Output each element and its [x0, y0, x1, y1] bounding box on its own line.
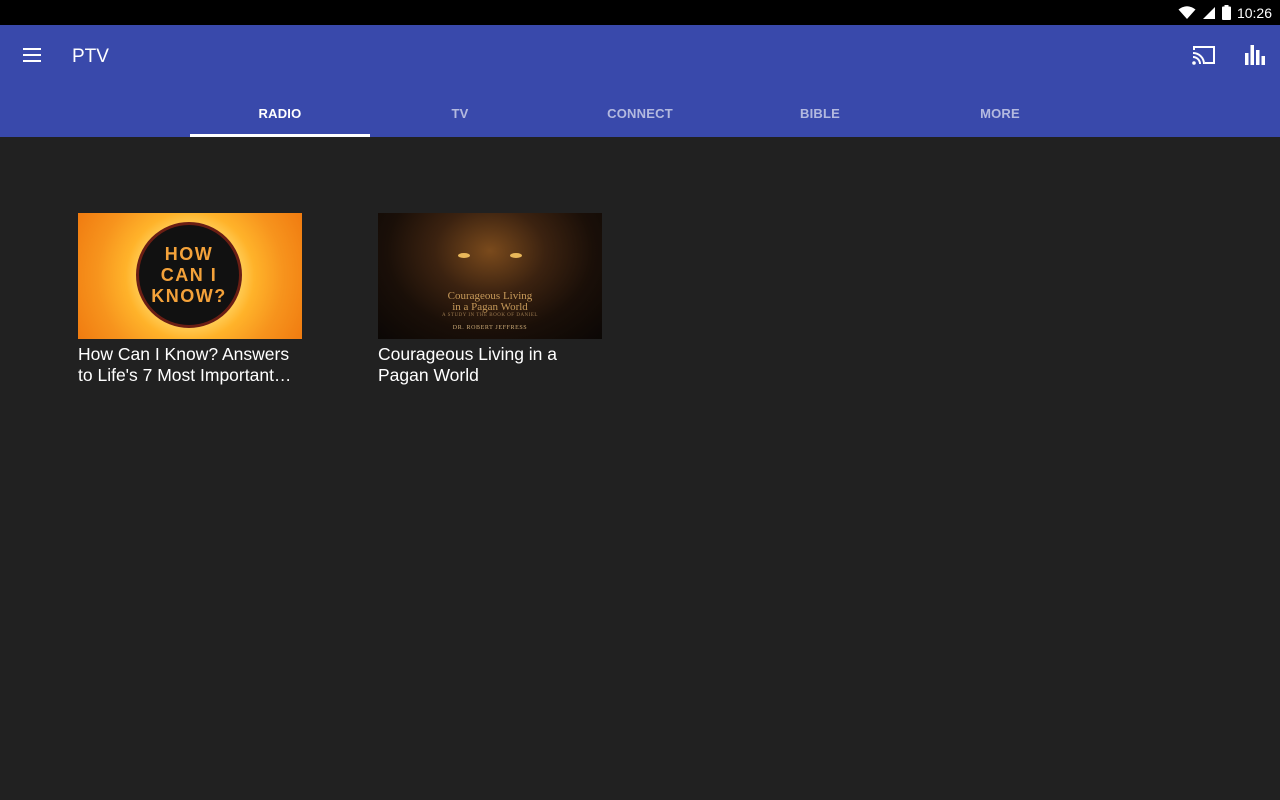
stats-button[interactable]: [1240, 41, 1272, 73]
tab-bar: RADIO TV CONNECT BIBLE MORE: [190, 89, 1090, 137]
tab-radio[interactable]: RADIO: [190, 89, 370, 137]
tab-connect[interactable]: CONNECT: [550, 89, 730, 137]
thumbnail-title-line2: in a Pagan World: [452, 301, 528, 313]
thumbnail-text: HOW CAN I KNOW?: [151, 243, 227, 306]
thumbnail-subtitle: A STUDY IN THE BOOK OF DANIEL: [442, 313, 538, 318]
program-title: Courageous Living in a Pagan World: [378, 344, 558, 385]
menu-button[interactable]: [14, 39, 50, 75]
thumbnail-title: Courageous Living in a Pagan World: [378, 291, 602, 313]
cell-signal-icon: [1202, 6, 1216, 20]
status-icons: 10:26: [1178, 0, 1272, 25]
program-card[interactable]: HOW CAN I KNOW? How Can I Know? Answers …: [78, 213, 302, 386]
lion-eye-left: [458, 253, 470, 258]
stats-icon: [1244, 44, 1268, 70]
thumbnail-badge: HOW CAN I KNOW?: [136, 222, 242, 328]
app-bar: PTV RADIO TV CONNECT BIBLE MORE: [0, 25, 1280, 137]
tab-tv[interactable]: TV: [370, 89, 550, 137]
menu-icon: [23, 47, 41, 67]
app-title: PTV: [72, 46, 109, 67]
program-thumbnail: Courageous Living in a Pagan World A STU…: [378, 213, 602, 339]
cast-button[interactable]: [1188, 41, 1220, 73]
wifi-icon: [1178, 5, 1196, 20]
program-title: How Can I Know? Answers to Life's 7 Most…: [78, 344, 292, 385]
program-card[interactable]: Courageous Living in a Pagan World A STU…: [378, 213, 602, 386]
thumbnail-author: DR. ROBERT JEFFRESS: [452, 325, 528, 331]
tab-bible[interactable]: BIBLE: [730, 89, 910, 137]
status-bar: 10:26: [0, 0, 1280, 25]
program-thumbnail: HOW CAN I KNOW?: [78, 213, 302, 339]
tab-more[interactable]: MORE: [910, 89, 1090, 137]
status-time: 10:26: [1236, 4, 1272, 21]
battery-icon: [1221, 5, 1231, 20]
lion-eye-right: [510, 253, 522, 258]
cast-icon: [1192, 45, 1216, 70]
